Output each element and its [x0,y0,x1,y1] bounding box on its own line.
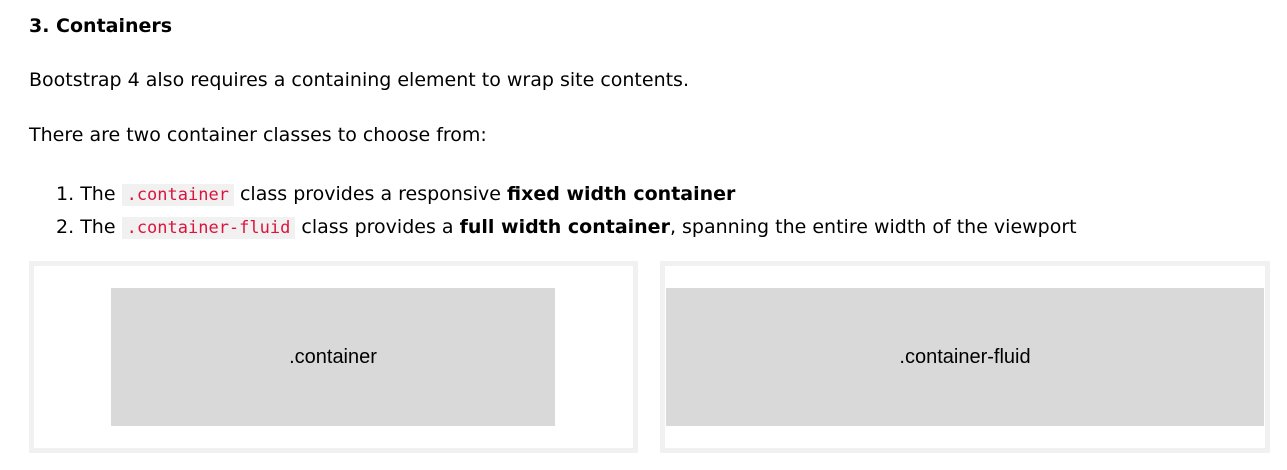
intro-paragraph: Bootstrap 4 also requires a containing e… [29,69,689,91]
list-bold-text: fixed width container [507,183,736,205]
code-container-fluid: .container-fluid [121,217,296,239]
list-item: 2. The .container-fluid class provides a… [56,211,1077,244]
list-bold-text: full width container [459,216,670,238]
list-prefix: The [80,216,116,238]
list-item: 1. The .container class provides a respo… [56,178,1077,211]
code-container: .container [121,184,234,206]
container-classes-list: 1. The .container class provides a respo… [56,178,1077,244]
list-text-end: , spanning the entire width of the viewp… [669,216,1077,238]
list-text: class provides a responsive [239,183,501,205]
list-prefix: The [80,183,116,205]
list-number: 2. [56,216,75,238]
container-fluid-demo: .container-fluid [660,261,1270,453]
choices-paragraph: There are two container classes to choos… [29,124,487,146]
list-text: class provides a [301,216,454,238]
container-demo: .container [29,261,638,453]
container-inner: .container [111,288,555,426]
container-fluid-label: .container-fluid [899,345,1031,368]
container-label: .container [289,345,377,368]
container-fluid-inner: .container-fluid [666,288,1264,426]
section-heading: 3. Containers [29,15,173,37]
list-number: 1. [56,183,75,205]
